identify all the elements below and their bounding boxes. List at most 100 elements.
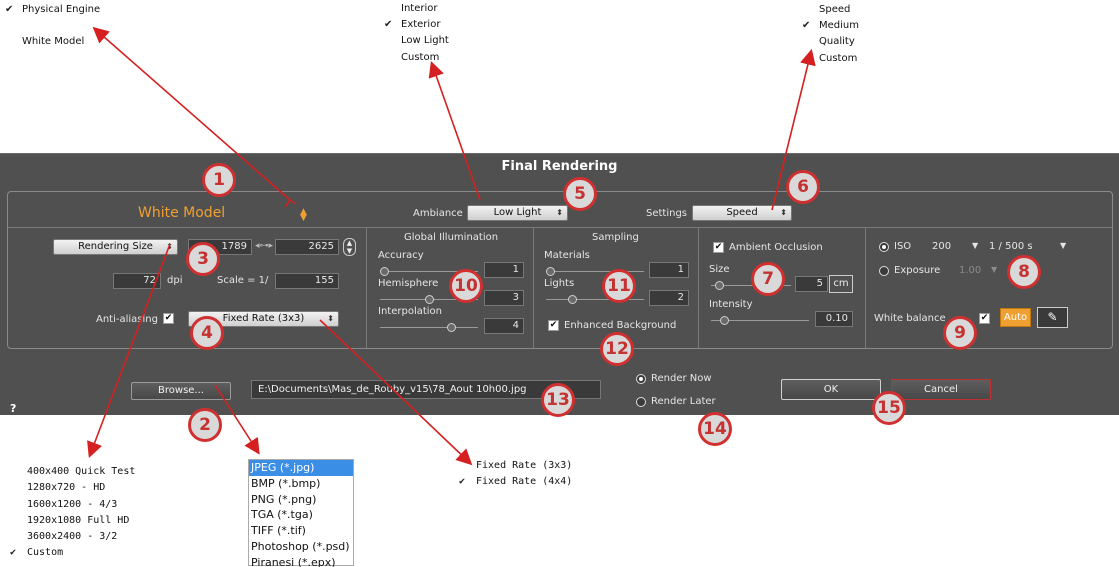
dpi-input[interactable]: 72 bbox=[113, 273, 161, 289]
callout-10: 10 bbox=[449, 269, 483, 303]
exposure-radio[interactable] bbox=[879, 266, 889, 276]
slider-thumb[interactable] bbox=[446, 323, 456, 332]
accuracy-label: Accuracy bbox=[378, 250, 424, 261]
render-later-label: Render Later bbox=[651, 396, 716, 407]
cancel-button[interactable]: Cancel bbox=[891, 379, 991, 400]
settings-select[interactable]: Speed ⬍ bbox=[692, 205, 792, 221]
menu-item-speed[interactable]: Speed bbox=[819, 4, 850, 15]
auto-button[interactable]: Auto bbox=[1000, 308, 1031, 327]
menu-item-aa[interactable]: Fixed Rate (3x3) bbox=[476, 460, 572, 471]
format-option[interactable]: PNG (*.png) bbox=[249, 492, 353, 508]
render-now-label: Render Now bbox=[651, 373, 712, 384]
rendering-size-select[interactable]: Rendering Size ⬍ bbox=[53, 239, 178, 255]
menu-item-low-light[interactable]: Low Light bbox=[401, 35, 449, 46]
interpolation-input[interactable]: 4 bbox=[484, 318, 524, 334]
engine-selector[interactable]: White Model bbox=[138, 205, 225, 221]
intensity-input[interactable]: 0.10 bbox=[815, 311, 853, 327]
menu-item-size[interactable]: 3600x2400 - 3/2 bbox=[27, 531, 117, 542]
slider-thumb[interactable] bbox=[546, 267, 555, 276]
shutter-value[interactable]: 1 / 500 s bbox=[989, 241, 1033, 252]
dpi-label: dpi bbox=[167, 275, 183, 286]
settings-label: Settings bbox=[646, 208, 688, 219]
final-rendering-dialog: Final Rendering White Model ▲ ▼ Ambiance… bbox=[0, 153, 1119, 415]
render-now-radio[interactable] bbox=[636, 374, 646, 384]
materials-input[interactable]: 1 bbox=[649, 262, 689, 278]
help-icon[interactable]: ? bbox=[10, 402, 16, 415]
slider-thumb[interactable] bbox=[719, 316, 729, 325]
slider-thumb[interactable] bbox=[380, 267, 389, 276]
spinner-icon[interactable]: ▲ ▼ bbox=[343, 238, 356, 256]
intensity-slider[interactable] bbox=[711, 316, 809, 325]
height-input[interactable]: 2625 bbox=[275, 239, 339, 255]
white-balance-label: White balance bbox=[874, 313, 946, 324]
updown-arrow-icon: ⬍ bbox=[556, 208, 563, 217]
render-later-radio[interactable] bbox=[636, 397, 646, 407]
callout-3: 3 bbox=[186, 242, 220, 276]
updown-arrow-icon: ⬍ bbox=[327, 314, 334, 323]
menu-item-exterior[interactable]: Exterior bbox=[384, 19, 441, 30]
scale-input[interactable]: 155 bbox=[275, 273, 339, 289]
intensity-label: Intensity bbox=[709, 299, 753, 310]
format-option[interactable]: JPEG (*.jpg) bbox=[249, 460, 353, 476]
ambiance-label: Ambiance bbox=[413, 208, 463, 219]
menu-item-size[interactable]: 1280x720 - HD bbox=[27, 482, 105, 493]
file-format-list: JPEG (*.jpg) BMP (*.bmp) PNG (*.png) TGA… bbox=[248, 459, 354, 567]
antialiasing-value: Fixed Rate (3x3) bbox=[222, 313, 305, 324]
interpolation-slider[interactable] bbox=[380, 323, 478, 332]
menu-item-size[interactable]: 1600x1200 - 4/3 bbox=[27, 499, 117, 510]
divider bbox=[865, 228, 866, 348]
browse-button[interactable]: Browse... bbox=[131, 382, 231, 400]
updown-arrow-icon: ⬍ bbox=[780, 208, 787, 217]
settings-value: Speed bbox=[726, 207, 758, 218]
callout-1: 1 bbox=[202, 163, 236, 197]
format-option[interactable]: TGA (*.tga) bbox=[249, 507, 353, 523]
hemisphere-label: Hemisphere bbox=[378, 278, 439, 289]
format-option[interactable]: BMP (*.bmp) bbox=[249, 476, 353, 492]
exposure-value[interactable]: 1.00 bbox=[959, 265, 981, 276]
updown-arrow-icon: ⬍ bbox=[166, 242, 173, 251]
dropdown-arrow-icon[interactable]: ▼ bbox=[1060, 241, 1066, 250]
format-option[interactable]: Piranesi (*.epx) bbox=[249, 555, 353, 567]
menu-item-medium[interactable]: Medium bbox=[802, 20, 859, 31]
menu-item-physical-engine[interactable]: Physical Engine bbox=[5, 4, 100, 15]
menu-item-aa[interactable]: Fixed Rate (4x4) bbox=[459, 476, 572, 487]
link-icon[interactable]: ◂⊶▸ bbox=[255, 241, 273, 251]
iso-radio[interactable] bbox=[879, 242, 889, 252]
enhanced-background-checkbox[interactable]: ✔ bbox=[548, 320, 559, 331]
format-option[interactable]: TIFF (*.tif) bbox=[249, 523, 353, 539]
lights-label: Lights bbox=[544, 278, 575, 289]
dropdown-arrow-icon[interactable]: ▼ bbox=[991, 265, 997, 274]
slider-thumb[interactable] bbox=[714, 281, 724, 290]
hemisphere-input[interactable]: 3 bbox=[484, 290, 524, 306]
menu-item-white-model[interactable]: White Model bbox=[22, 36, 84, 47]
iso-value[interactable]: 200 bbox=[932, 241, 951, 252]
menu-item-custom[interactable]: Custom bbox=[401, 52, 439, 63]
menu-item-size-custom[interactable]: Custom bbox=[10, 547, 63, 558]
callout-15: 15 bbox=[872, 391, 906, 425]
callout-4: 4 bbox=[190, 316, 224, 350]
accuracy-input[interactable]: 1 bbox=[484, 262, 524, 278]
ok-button[interactable]: OK bbox=[781, 379, 881, 400]
size-unit[interactable]: cm bbox=[829, 275, 853, 293]
eyedropper-icon[interactable]: ✎ bbox=[1037, 307, 1068, 328]
ambiance-select[interactable]: Low Light ⬍ bbox=[467, 205, 568, 221]
size-input[interactable]: 5 bbox=[795, 276, 828, 292]
divider bbox=[366, 228, 367, 348]
white-balance-checkbox[interactable]: ✔ bbox=[979, 313, 990, 324]
lights-input[interactable]: 2 bbox=[649, 290, 689, 306]
menu-item-size[interactable]: 400x400 Quick Test bbox=[27, 466, 135, 477]
menu-item-custom[interactable]: Custom bbox=[819, 53, 857, 64]
rendering-size-value: Rendering Size bbox=[78, 241, 153, 252]
slider-thumb[interactable] bbox=[424, 295, 434, 304]
slider-thumb[interactable] bbox=[568, 295, 578, 304]
interpolation-label: Interpolation bbox=[378, 306, 442, 317]
format-option[interactable]: Photoshop (*.psd) bbox=[249, 539, 353, 555]
iso-label: ISO bbox=[894, 241, 912, 252]
dropdown-arrow-icon[interactable]: ▼ bbox=[972, 241, 978, 250]
menu-item-size[interactable]: 1920x1080 Full HD bbox=[27, 515, 129, 526]
callout-2: 2 bbox=[188, 408, 222, 442]
antialiasing-checkbox[interactable]: ✔ bbox=[163, 313, 174, 324]
menu-item-interior[interactable]: Interior bbox=[401, 3, 437, 14]
ambient-occlusion-checkbox[interactable]: ✔ bbox=[713, 242, 724, 253]
menu-item-quality[interactable]: Quality bbox=[819, 36, 855, 47]
